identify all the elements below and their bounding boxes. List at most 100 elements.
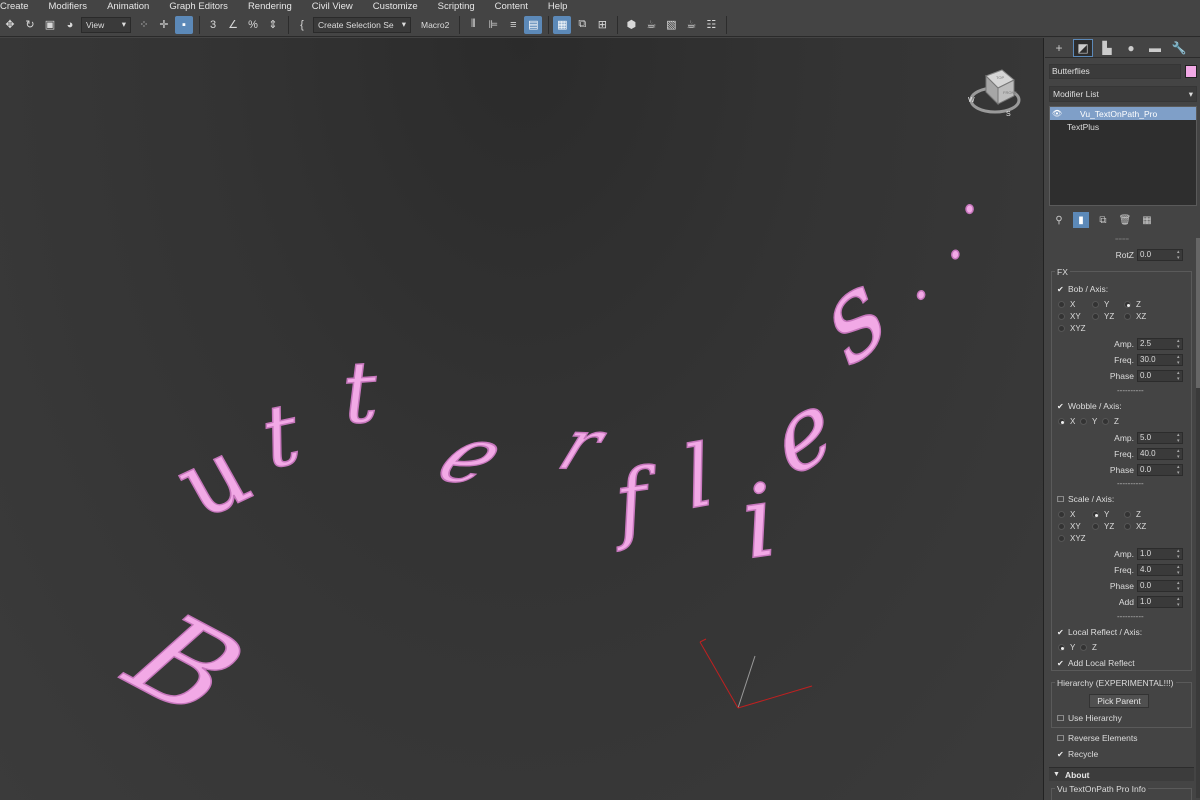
menu-content[interactable]: Content <box>495 0 528 13</box>
modifier-list-dropdown[interactable]: Modifier List ▾ <box>1049 86 1197 102</box>
bob-radio-x[interactable]: X <box>1058 300 1075 309</box>
hierarchy-tab-icon[interactable]: ▙ <box>1097 39 1117 57</box>
object-name-field[interactable]: Butterflies <box>1049 63 1181 79</box>
local-reflect-checkbox[interactable]: ✔ Local Reflect / Axis: <box>1057 627 1142 637</box>
use-hierarchy-checkbox[interactable]: ☐ Use Hierarchy <box>1057 713 1122 723</box>
scene-explorer-icon[interactable]: ▤ <box>524 15 543 34</box>
scale-radio-x[interactable]: X <box>1058 510 1075 519</box>
bob-radio-y[interactable]: Y <box>1092 300 1109 309</box>
rotz-spinner[interactable]: 0.0 <box>1137 249 1183 261</box>
move-icon[interactable]: ✥ <box>1 16 19 34</box>
keyboard-shortcut-icon[interactable]: ▪ <box>175 15 193 34</box>
menu-create[interactable]: Create <box>0 0 29 13</box>
local-reflect-radio-z[interactable]: Z <box>1080 643 1097 652</box>
menu-customize[interactable]: Customize <box>373 0 418 13</box>
scale-radio-y[interactable]: Y <box>1092 510 1109 519</box>
scale-amp-spinner[interactable]: 1.0 <box>1137 548 1183 560</box>
rollout-grip[interactable]: ==== <box>1115 237 1129 243</box>
bob-radio-xyz[interactable]: XYZ <box>1058 324 1086 333</box>
wobble-radio-x[interactable]: X <box>1058 417 1075 426</box>
show-end-result-icon[interactable]: ▮ <box>1073 212 1089 228</box>
bob-radio-xz[interactable]: XZ <box>1124 312 1146 321</box>
scale-add-spinner[interactable]: 1.0 <box>1137 596 1183 608</box>
scale-radio-xyz[interactable]: XYZ <box>1058 534 1086 543</box>
display-tab-icon[interactable]: ▬ <box>1145 39 1165 57</box>
edit-named-selection-icon[interactable]: { <box>293 16 311 34</box>
viewcube[interactable]: TOP FRONT W S <box>964 64 1026 120</box>
pick-parent-button[interactable]: Pick Parent <box>1089 694 1149 708</box>
scale-icon[interactable]: ▣ <box>41 16 59 34</box>
recycle-checkbox[interactable]: ✔ Recycle <box>1057 749 1098 759</box>
rendered-frame-icon[interactable]: ▧ <box>662 16 680 34</box>
material-editor-icon[interactable]: ⬢ <box>622 16 640 34</box>
place-icon[interactable]: ◕ <box>61 16 79 34</box>
menu-help[interactable]: Help <box>548 0 568 13</box>
pin-stack-icon[interactable]: ⚲ <box>1051 212 1067 228</box>
bob-phase-spinner[interactable]: 0.0 <box>1137 370 1183 382</box>
named-selection-combo[interactable]: Create Selection Se ▾ <box>313 16 411 33</box>
scale-radio-yz[interactable]: YZ <box>1092 522 1114 531</box>
bob-amp-spinner[interactable]: 2.5 <box>1137 338 1183 350</box>
wobble-amp-spinner[interactable]: 5.0 <box>1137 432 1183 444</box>
wobble-radio-z[interactable]: Z <box>1102 417 1119 426</box>
command-panel-scrollbar[interactable] <box>1196 238 1200 798</box>
pivot-center-icon[interactable]: ⁘ <box>135 16 153 34</box>
percent-snap-icon[interactable]: % <box>244 16 262 34</box>
rotate-icon[interactable]: ↻ <box>21 16 39 34</box>
scale-phase-spinner[interactable]: 0.0 <box>1137 580 1183 592</box>
menu-civil-view[interactable]: Civil View <box>312 0 353 13</box>
perspective-viewport[interactable]: B u t t e r f l i e s . . . TOP FRONT W … <box>0 38 1044 800</box>
menu-animation[interactable]: Animation <box>107 0 149 13</box>
bob-checkbox[interactable]: ✔ Bob / Axis: <box>1057 284 1108 294</box>
wobble-radio-y[interactable]: Y <box>1080 417 1097 426</box>
bob-radio-yz[interactable]: YZ <box>1092 312 1114 321</box>
wobble-checkbox[interactable]: ✔ Wobble / Axis: <box>1057 401 1122 411</box>
select-manipulate-icon[interactable]: ✛ <box>155 16 173 34</box>
eye-icon[interactable]: 👁 <box>1050 109 1064 118</box>
scrollbar-thumb[interactable] <box>1196 238 1200 388</box>
configure-sets-icon[interactable]: ▦ <box>1139 212 1155 228</box>
bob-radio-z[interactable]: Z <box>1124 300 1141 309</box>
spinner-snap-icon[interactable]: ⇕ <box>264 16 282 34</box>
schematic-view-icon[interactable]: ⊞ <box>593 16 611 34</box>
add-local-reflect-checkbox[interactable]: ✔ Add Local Reflect <box>1057 658 1135 668</box>
stack-item-textplus[interactable]: TextPlus <box>1050 120 1196 133</box>
align-icon[interactable]: ⊫ <box>484 16 502 34</box>
local-reflect-radio-y[interactable]: Y <box>1058 643 1075 652</box>
text-on-path-object[interactable]: B u t t e r f l i e s . . . <box>100 165 990 743</box>
render-setup-icon[interactable]: ☕ <box>642 16 660 34</box>
menu-graph-editors[interactable]: Graph Editors <box>169 0 228 13</box>
object-color-swatch[interactable] <box>1185 64 1197 78</box>
make-unique-icon[interactable]: ⧉ <box>1095 212 1111 228</box>
snaps-toggle-icon[interactable]: 3 <box>204 16 222 34</box>
menu-rendering[interactable]: Rendering <box>248 0 292 13</box>
scale-radio-xz[interactable]: XZ <box>1124 522 1146 531</box>
scale-freq-spinner[interactable]: 4.0 <box>1137 564 1183 576</box>
render-iterative-icon[interactable]: ☷ <box>702 16 720 34</box>
bob-freq-spinner[interactable]: 30.0 <box>1137 354 1183 366</box>
angle-snap-icon[interactable]: ∠ <box>224 16 242 34</box>
layer-explorer-icon[interactable]: ≡ <box>504 16 522 34</box>
motion-tab-icon[interactable]: ● <box>1121 39 1141 57</box>
menu-modifiers[interactable]: Modifiers <box>49 0 88 13</box>
wobble-phase-spinner[interactable]: 0.0 <box>1137 464 1183 476</box>
about-rollout-header[interactable]: ▼ About <box>1049 767 1194 781</box>
bob-radio-xy[interactable]: XY <box>1058 312 1081 321</box>
remove-modifier-icon[interactable]: 🗑 <box>1117 212 1133 228</box>
create-tab-icon[interactable]: + <box>1049 39 1069 57</box>
modify-tab-icon[interactable]: ◩ <box>1073 38 1093 57</box>
scale-checkbox[interactable]: ☐ Scale / Axis: <box>1057 494 1114 504</box>
scale-radio-xy[interactable]: XY <box>1058 522 1081 531</box>
menu-scripting[interactable]: Scripting <box>438 0 475 13</box>
ribbon-icon[interactable]: ▦ <box>553 15 572 34</box>
scale-radio-z[interactable]: Z <box>1124 510 1141 519</box>
stack-item-vu-textonpath[interactable]: 👁 Vu_TextOnPath_Pro <box>1050 107 1196 120</box>
render-production-icon[interactable]: ☕ <box>682 16 700 34</box>
curve-editor-icon[interactable]: ⧉ <box>573 16 591 34</box>
mirror-icon[interactable]: ⫴ <box>464 16 482 34</box>
reference-coord-combo[interactable]: View ▾ <box>81 16 131 33</box>
reverse-elements-checkbox[interactable]: ☐ Reverse Elements <box>1057 733 1137 743</box>
macro-label[interactable]: Macro2 <box>421 20 449 30</box>
wobble-freq-spinner[interactable]: 40.0 <box>1137 448 1183 460</box>
utilities-tab-icon[interactable]: 🔧 <box>1169 39 1189 57</box>
